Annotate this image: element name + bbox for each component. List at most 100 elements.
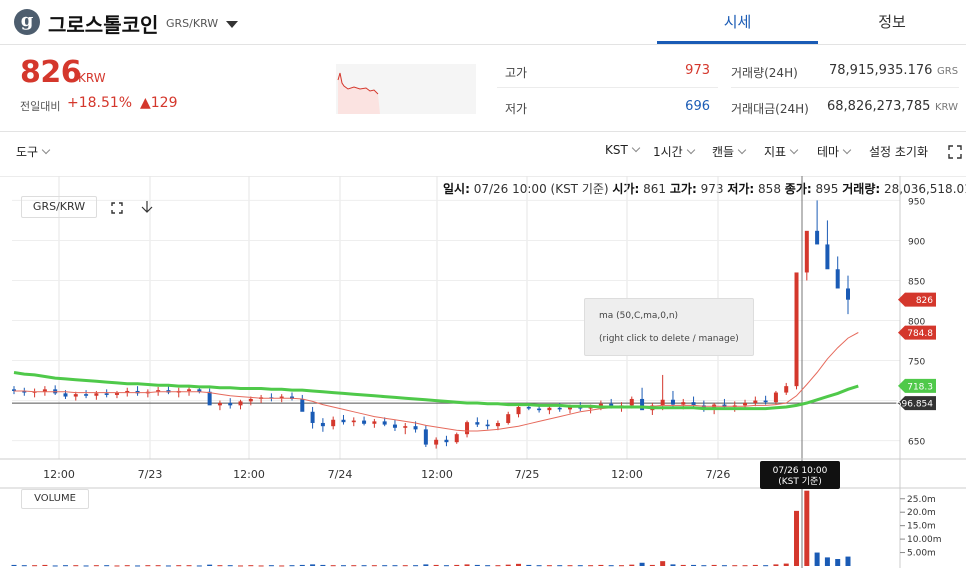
download-icon[interactable] — [141, 200, 153, 214]
timezone-label: KST — [605, 143, 628, 157]
candle-body — [753, 400, 758, 403]
candle-body — [454, 434, 459, 443]
volume-bar — [93, 565, 99, 567]
volume-bar — [536, 565, 542, 567]
tab-info[interactable]: 정보 — [818, 0, 966, 44]
volume-bar — [588, 565, 594, 567]
indicator-label: 지표 — [764, 145, 787, 159]
x-tick-label: 12:00 — [43, 468, 75, 481]
candle-body — [815, 230, 820, 245]
indicator-menu[interactable]: 지표 — [764, 143, 799, 160]
volume-bar — [371, 565, 377, 567]
volume-bar — [32, 565, 38, 567]
price-unit: KRW — [78, 71, 106, 85]
pair-selector[interactable]: GRS/KRW — [166, 17, 218, 30]
candle-body — [73, 394, 78, 397]
tab-price[interactable]: 시세 — [657, 0, 818, 44]
ma-tooltip[interactable]: ma (50,C,ma,0,n) (right click to delete … — [584, 298, 754, 356]
volume-tick-label: 10.00m — [907, 535, 942, 545]
mini-sparkline — [336, 64, 476, 114]
volume-bar — [42, 564, 48, 566]
candle-body — [341, 419, 346, 423]
candle-body — [238, 401, 243, 406]
change-percent: +18.51% — [67, 95, 133, 111]
volume-bar — [794, 510, 800, 566]
volume-tick-label: 20.0m — [907, 508, 936, 518]
chart-type-menu[interactable]: 캔들 — [712, 143, 747, 160]
ma-tooltip-title: ma (50,C,ma,0,n) — [599, 311, 679, 321]
volume-row: 거래량(24H) 78,915,935.176 GRS — [731, 59, 959, 88]
reset-settings-button[interactable]: 설정 초기화 — [869, 143, 928, 160]
high-row: 고가 973 — [497, 59, 718, 88]
chevron-down-icon — [41, 145, 51, 155]
volume-unit: GRS — [937, 66, 959, 77]
sparkline-svg — [337, 72, 380, 114]
candle-body — [94, 393, 99, 396]
volume-bar — [598, 564, 604, 566]
chart-grid — [0, 176, 966, 568]
volume-bar — [557, 565, 563, 567]
price-tag-label: 826 — [916, 296, 933, 306]
volume-bar — [804, 490, 810, 566]
candle-body — [660, 399, 665, 406]
volume-bar — [11, 564, 17, 566]
tools-label: 도구 — [16, 145, 39, 159]
volume-bar — [691, 564, 697, 566]
fullscreen-icon[interactable] — [948, 145, 962, 159]
volume-bar — [299, 564, 305, 566]
volume-bar — [392, 565, 398, 567]
volume-bar — [495, 565, 501, 567]
candle-body — [403, 426, 408, 428]
change-amount: ▲129 — [140, 95, 178, 111]
volume-bar — [629, 564, 635, 566]
turnover-value: 68,826,273,785 — [827, 99, 931, 114]
volume-bar — [238, 565, 244, 567]
expand-icon[interactable] — [111, 202, 123, 214]
candle-body — [331, 419, 336, 427]
turnover-row: 거래대금(24H) 68,826,273,785 KRW — [731, 92, 959, 122]
volume-bar — [814, 552, 820, 566]
theme-menu[interactable]: 테마 — [817, 143, 852, 160]
chart-pair-label[interactable]: GRS/KRW — [21, 196, 97, 218]
volume-bar — [382, 565, 388, 567]
volume-bar — [351, 565, 357, 567]
volume-label: 거래량(24H) — [731, 66, 798, 80]
volume-bar — [289, 565, 295, 567]
volume-bar — [546, 565, 552, 567]
candle-body — [187, 389, 192, 391]
tools-menu[interactable]: 도구 — [16, 143, 51, 160]
volume-bar — [701, 565, 707, 567]
change-label: 전일대비 — [20, 100, 61, 113]
volume-bar — [835, 559, 841, 566]
x-tick-label: 12:00 — [233, 468, 265, 481]
coin-header: g 그로스톨코인 GRS/KRW 시세 정보 — [0, 0, 966, 45]
crosshair-label-text: 07/26 10:00 — [773, 466, 828, 476]
volume-bar — [330, 565, 336, 567]
candle-body — [423, 429, 428, 445]
candle-body — [557, 407, 562, 410]
candle-body — [835, 269, 840, 289]
volume-bar — [639, 562, 645, 566]
volume-bar — [660, 561, 666, 566]
volume-bar — [454, 564, 460, 566]
volume-bar — [165, 565, 171, 567]
volume-tick-label: 25.0m — [907, 495, 936, 505]
candle-body — [485, 424, 490, 427]
timezone-menu[interactable]: KST — [605, 143, 641, 157]
interval-menu[interactable]: 1시간 — [653, 143, 695, 160]
current-price: 826 — [20, 55, 82, 90]
volume-bar — [310, 564, 316, 566]
candle-body — [794, 272, 799, 387]
caret-down-icon[interactable] — [226, 21, 238, 28]
volume-bar — [443, 565, 449, 567]
candle-body — [784, 386, 789, 393]
candle-body — [825, 244, 830, 270]
price-chart[interactable]: 650700750800850900950 12:007/2312:007/24… — [0, 176, 966, 568]
volume-bar — [145, 565, 151, 567]
chevron-down-icon — [737, 145, 747, 155]
sparkline-area — [338, 73, 380, 114]
low-value: 696 — [685, 99, 710, 114]
volume-bar — [258, 565, 264, 567]
volume-bar — [248, 565, 254, 567]
candle-body — [516, 406, 521, 415]
